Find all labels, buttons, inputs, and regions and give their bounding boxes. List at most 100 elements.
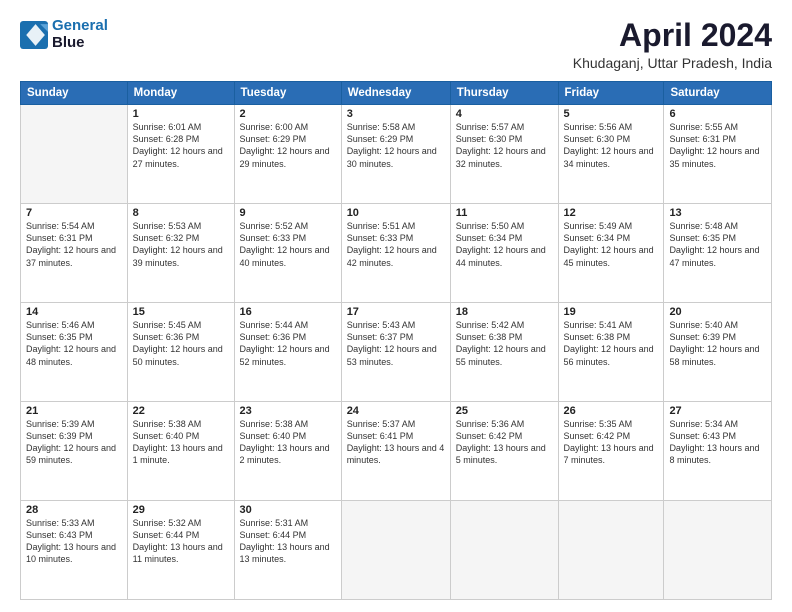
day-info: Sunrise: 5:49 AMSunset: 6:34 PMDaylight:… xyxy=(564,220,659,269)
calendar-cell: 3Sunrise: 5:58 AMSunset: 6:29 PMDaylight… xyxy=(341,105,450,204)
day-number: 2 xyxy=(240,108,336,120)
calendar-cell: 7Sunrise: 5:54 AMSunset: 6:31 PMDaylight… xyxy=(21,204,128,303)
logo-line1: General xyxy=(52,17,108,34)
day-info: Sunrise: 5:44 AMSunset: 6:36 PMDaylight:… xyxy=(240,319,336,368)
calendar-cell xyxy=(341,501,450,600)
day-info: Sunrise: 5:43 AMSunset: 6:37 PMDaylight:… xyxy=(347,319,445,368)
header: General Blue April 2024 Khudaganj, Uttar… xyxy=(20,18,772,71)
day-number: 13 xyxy=(669,207,766,219)
day-info: Sunrise: 5:42 AMSunset: 6:38 PMDaylight:… xyxy=(456,319,553,368)
day-info: Sunrise: 5:46 AMSunset: 6:35 PMDaylight:… xyxy=(26,319,122,368)
day-number: 22 xyxy=(133,405,229,417)
calendar-cell: 11Sunrise: 5:50 AMSunset: 6:34 PMDayligh… xyxy=(450,204,558,303)
weekday-header: Sunday xyxy=(21,82,128,105)
calendar-cell xyxy=(558,501,664,600)
day-info: Sunrise: 5:57 AMSunset: 6:30 PMDaylight:… xyxy=(456,121,553,170)
day-number: 24 xyxy=(347,405,445,417)
day-number: 7 xyxy=(26,207,122,219)
calendar-cell: 26Sunrise: 5:35 AMSunset: 6:42 PMDayligh… xyxy=(558,402,664,501)
day-info: Sunrise: 5:48 AMSunset: 6:35 PMDaylight:… xyxy=(669,220,766,269)
weekday-header: Wednesday xyxy=(341,82,450,105)
calendar-cell: 18Sunrise: 5:42 AMSunset: 6:38 PMDayligh… xyxy=(450,303,558,402)
page: General Blue April 2024 Khudaganj, Uttar… xyxy=(0,0,792,612)
calendar-cell: 4Sunrise: 5:57 AMSunset: 6:30 PMDaylight… xyxy=(450,105,558,204)
calendar-cell: 12Sunrise: 5:49 AMSunset: 6:34 PMDayligh… xyxy=(558,204,664,303)
main-title: April 2024 xyxy=(573,18,772,53)
day-info: Sunrise: 5:56 AMSunset: 6:30 PMDaylight:… xyxy=(564,121,659,170)
calendar-cell: 10Sunrise: 5:51 AMSunset: 6:33 PMDayligh… xyxy=(341,204,450,303)
weekday-header: Saturday xyxy=(664,82,772,105)
day-number: 25 xyxy=(456,405,553,417)
weekday-header: Tuesday xyxy=(234,82,341,105)
calendar-cell: 27Sunrise: 5:34 AMSunset: 6:43 PMDayligh… xyxy=(664,402,772,501)
calendar-cell: 8Sunrise: 5:53 AMSunset: 6:32 PMDaylight… xyxy=(127,204,234,303)
day-number: 16 xyxy=(240,306,336,318)
calendar-cell xyxy=(664,501,772,600)
weekday-header: Monday xyxy=(127,82,234,105)
day-number: 11 xyxy=(456,207,553,219)
day-info: Sunrise: 5:34 AMSunset: 6:43 PMDaylight:… xyxy=(669,418,766,467)
day-number: 18 xyxy=(456,306,553,318)
calendar-cell: 24Sunrise: 5:37 AMSunset: 6:41 PMDayligh… xyxy=(341,402,450,501)
calendar-cell: 13Sunrise: 5:48 AMSunset: 6:35 PMDayligh… xyxy=(664,204,772,303)
day-number: 5 xyxy=(564,108,659,120)
day-number: 17 xyxy=(347,306,445,318)
day-number: 14 xyxy=(26,306,122,318)
logo-icon xyxy=(20,21,48,49)
logo-text: General Blue xyxy=(52,18,108,51)
day-number: 28 xyxy=(26,504,122,516)
day-number: 20 xyxy=(669,306,766,318)
calendar-cell: 1Sunrise: 6:01 AMSunset: 6:28 PMDaylight… xyxy=(127,105,234,204)
calendar-cell: 16Sunrise: 5:44 AMSunset: 6:36 PMDayligh… xyxy=(234,303,341,402)
weekday-header: Friday xyxy=(558,82,664,105)
day-number: 21 xyxy=(26,405,122,417)
weekday-header: Thursday xyxy=(450,82,558,105)
day-number: 19 xyxy=(564,306,659,318)
day-number: 4 xyxy=(456,108,553,120)
calendar-cell: 15Sunrise: 5:45 AMSunset: 6:36 PMDayligh… xyxy=(127,303,234,402)
day-info: Sunrise: 5:33 AMSunset: 6:43 PMDaylight:… xyxy=(26,517,122,566)
calendar-cell xyxy=(21,105,128,204)
day-info: Sunrise: 5:51 AMSunset: 6:33 PMDaylight:… xyxy=(347,220,445,269)
day-info: Sunrise: 5:36 AMSunset: 6:42 PMDaylight:… xyxy=(456,418,553,467)
day-info: Sunrise: 5:35 AMSunset: 6:42 PMDaylight:… xyxy=(564,418,659,467)
day-number: 8 xyxy=(133,207,229,219)
calendar-cell: 17Sunrise: 5:43 AMSunset: 6:37 PMDayligh… xyxy=(341,303,450,402)
calendar-cell: 28Sunrise: 5:33 AMSunset: 6:43 PMDayligh… xyxy=(21,501,128,600)
calendar-cell: 21Sunrise: 5:39 AMSunset: 6:39 PMDayligh… xyxy=(21,402,128,501)
day-info: Sunrise: 5:41 AMSunset: 6:38 PMDaylight:… xyxy=(564,319,659,368)
day-number: 27 xyxy=(669,405,766,417)
calendar-cell: 5Sunrise: 5:56 AMSunset: 6:30 PMDaylight… xyxy=(558,105,664,204)
day-number: 1 xyxy=(133,108,229,120)
day-number: 9 xyxy=(240,207,336,219)
day-number: 10 xyxy=(347,207,445,219)
day-info: Sunrise: 5:45 AMSunset: 6:36 PMDaylight:… xyxy=(133,319,229,368)
logo-line2: Blue xyxy=(52,35,108,52)
day-info: Sunrise: 5:39 AMSunset: 6:39 PMDaylight:… xyxy=(26,418,122,467)
day-info: Sunrise: 5:38 AMSunset: 6:40 PMDaylight:… xyxy=(133,418,229,467)
day-info: Sunrise: 5:50 AMSunset: 6:34 PMDaylight:… xyxy=(456,220,553,269)
calendar-cell: 22Sunrise: 5:38 AMSunset: 6:40 PMDayligh… xyxy=(127,402,234,501)
calendar-cell xyxy=(450,501,558,600)
day-info: Sunrise: 5:53 AMSunset: 6:32 PMDaylight:… xyxy=(133,220,229,269)
day-info: Sunrise: 5:38 AMSunset: 6:40 PMDaylight:… xyxy=(240,418,336,467)
day-number: 12 xyxy=(564,207,659,219)
day-info: Sunrise: 5:55 AMSunset: 6:31 PMDaylight:… xyxy=(669,121,766,170)
calendar-cell: 6Sunrise: 5:55 AMSunset: 6:31 PMDaylight… xyxy=(664,105,772,204)
calendar-cell: 9Sunrise: 5:52 AMSunset: 6:33 PMDaylight… xyxy=(234,204,341,303)
day-info: Sunrise: 5:52 AMSunset: 6:33 PMDaylight:… xyxy=(240,220,336,269)
day-number: 29 xyxy=(133,504,229,516)
calendar-cell: 29Sunrise: 5:32 AMSunset: 6:44 PMDayligh… xyxy=(127,501,234,600)
day-number: 15 xyxy=(133,306,229,318)
calendar-cell: 25Sunrise: 5:36 AMSunset: 6:42 PMDayligh… xyxy=(450,402,558,501)
day-number: 6 xyxy=(669,108,766,120)
calendar-cell: 19Sunrise: 5:41 AMSunset: 6:38 PMDayligh… xyxy=(558,303,664,402)
day-number: 26 xyxy=(564,405,659,417)
day-info: Sunrise: 5:54 AMSunset: 6:31 PMDaylight:… xyxy=(26,220,122,269)
day-info: Sunrise: 6:00 AMSunset: 6:29 PMDaylight:… xyxy=(240,121,336,170)
day-number: 3 xyxy=(347,108,445,120)
calendar-cell: 14Sunrise: 5:46 AMSunset: 6:35 PMDayligh… xyxy=(21,303,128,402)
calendar-cell: 2Sunrise: 6:00 AMSunset: 6:29 PMDaylight… xyxy=(234,105,341,204)
logo: General Blue xyxy=(20,18,108,51)
calendar-cell: 30Sunrise: 5:31 AMSunset: 6:44 PMDayligh… xyxy=(234,501,341,600)
